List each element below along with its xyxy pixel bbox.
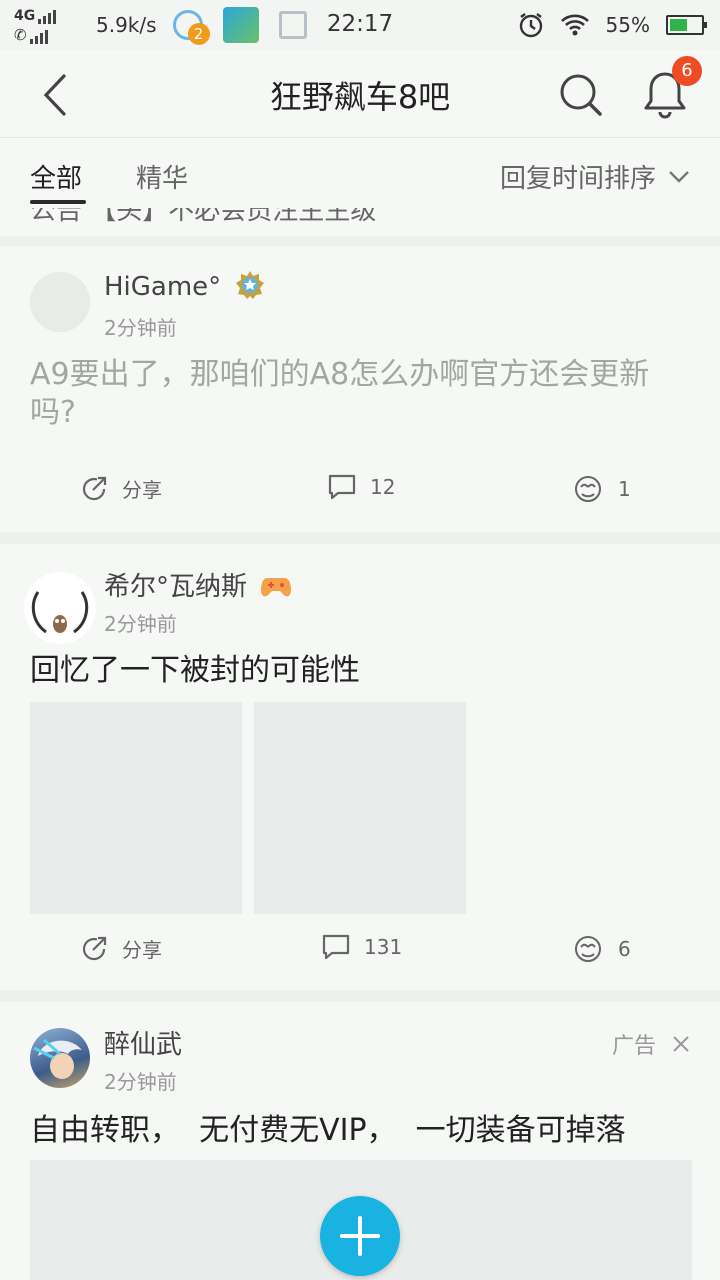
comment-count: 131 xyxy=(364,935,403,959)
post-time: 2分钟前 xyxy=(104,612,177,636)
truncated-post-preview[interactable]: 公告 【头】不必会员注生生级 xyxy=(0,208,720,236)
preview-text: 公告 【头】不必会员注生生级 xyxy=(30,208,377,226)
like-button[interactable]: 6 xyxy=(572,934,631,964)
comment-count: 12 xyxy=(370,475,396,499)
create-post-button[interactable] xyxy=(320,1196,400,1276)
post-time: 2分钟前 xyxy=(104,1070,177,1094)
close-icon[interactable] xyxy=(672,1035,690,1053)
network-type: 4G xyxy=(14,8,36,24)
thumbs-up-icon xyxy=(575,936,601,962)
tab-featured[interactable]: 精华 xyxy=(136,158,188,195)
tab-all[interactable]: 全部 xyxy=(30,158,82,195)
status-bar: 4G ✆ 5.9k/s 2 22:17 55% xyxy=(0,0,720,50)
share-button[interactable]: 分享 xyxy=(80,934,162,963)
post-time: 2分钟前 xyxy=(104,316,177,340)
share-icon xyxy=(82,476,107,500)
sort-dropdown[interactable]: 回复时间排序 xyxy=(500,158,690,195)
avatar[interactable] xyxy=(24,572,96,644)
battery-percent: 55% xyxy=(605,13,650,37)
plus-icon xyxy=(340,1216,380,1256)
share-button[interactable]: 分享 xyxy=(80,474,162,503)
sort-label: 回复时间排序 xyxy=(499,164,656,194)
comment-button[interactable]: 12 xyxy=(328,474,395,500)
post-image[interactable] xyxy=(254,702,466,914)
chevron-down-icon xyxy=(669,170,689,183)
ad-label: 广告 xyxy=(611,1034,656,1059)
share-icon xyxy=(82,936,107,960)
back-button[interactable] xyxy=(36,72,76,118)
gamepad-badge-icon xyxy=(261,578,292,597)
like-count: 6 xyxy=(618,937,631,961)
avatar[interactable] xyxy=(30,272,90,332)
notification-badge: 6 xyxy=(672,56,702,86)
owl-laurel-avatar-icon xyxy=(31,591,89,634)
avatar[interactable] xyxy=(30,1028,90,1088)
page-title: 狂野飙车8吧 xyxy=(269,78,451,116)
app-notification-icon: 2 xyxy=(172,10,210,45)
comment-icon xyxy=(328,474,356,500)
post-card[interactable]: 希尔°瓦纳斯 2分钟前 回忆了一下被封的可能性 分享 131 6 xyxy=(0,544,720,990)
tab-bar: 全部 精华 回复时间排序 xyxy=(0,138,720,208)
post-text[interactable]: 自由转职， 无付费无VIP， 一切装备可掉落 xyxy=(30,1112,680,1150)
post-card[interactable]: HiGame° 2分钟前 A9要出了，那咱们的A8怎么办啊官方还会更新吗? 分享… xyxy=(0,246,720,532)
like-count: 1 xyxy=(618,477,631,501)
game-character-avatar-icon xyxy=(33,1038,82,1079)
alarm-icon xyxy=(519,13,542,38)
signal-indicator: 4G ✆ xyxy=(14,6,76,44)
share-label: 分享 xyxy=(122,478,162,502)
carrier-app-icon xyxy=(222,7,259,43)
tab-indicator xyxy=(30,200,86,204)
wifi-icon xyxy=(560,14,589,36)
document-app-icon xyxy=(278,11,307,39)
battery-icon xyxy=(666,15,707,35)
comment-button[interactable]: 131 xyxy=(322,934,402,960)
author-name[interactable]: 希尔°瓦纳斯 xyxy=(104,566,292,603)
share-label: 分享 xyxy=(122,938,162,962)
thumbs-up-icon xyxy=(575,476,601,502)
network-speed: 5.9k/s xyxy=(96,13,157,37)
author-name[interactable]: 醉仙武 xyxy=(104,1024,182,1061)
author-name[interactable]: HiGame° xyxy=(104,270,265,302)
top-app-bar: 狂野飙车8吧 xyxy=(0,50,720,138)
post-image[interactable] xyxy=(30,702,242,914)
phone-icon: ✆ xyxy=(14,26,27,44)
comment-icon xyxy=(322,934,350,960)
level-badge-icon xyxy=(236,271,265,299)
post-text[interactable]: 回忆了一下被封的可能性 xyxy=(30,652,680,690)
post-text[interactable]: A9要出了，那咱们的A8怎么办啊官方还会更新吗? xyxy=(30,356,680,432)
like-button[interactable]: 1 xyxy=(572,474,631,504)
notification-count-badge: 2 xyxy=(187,23,210,45)
search-icon[interactable] xyxy=(556,70,604,118)
